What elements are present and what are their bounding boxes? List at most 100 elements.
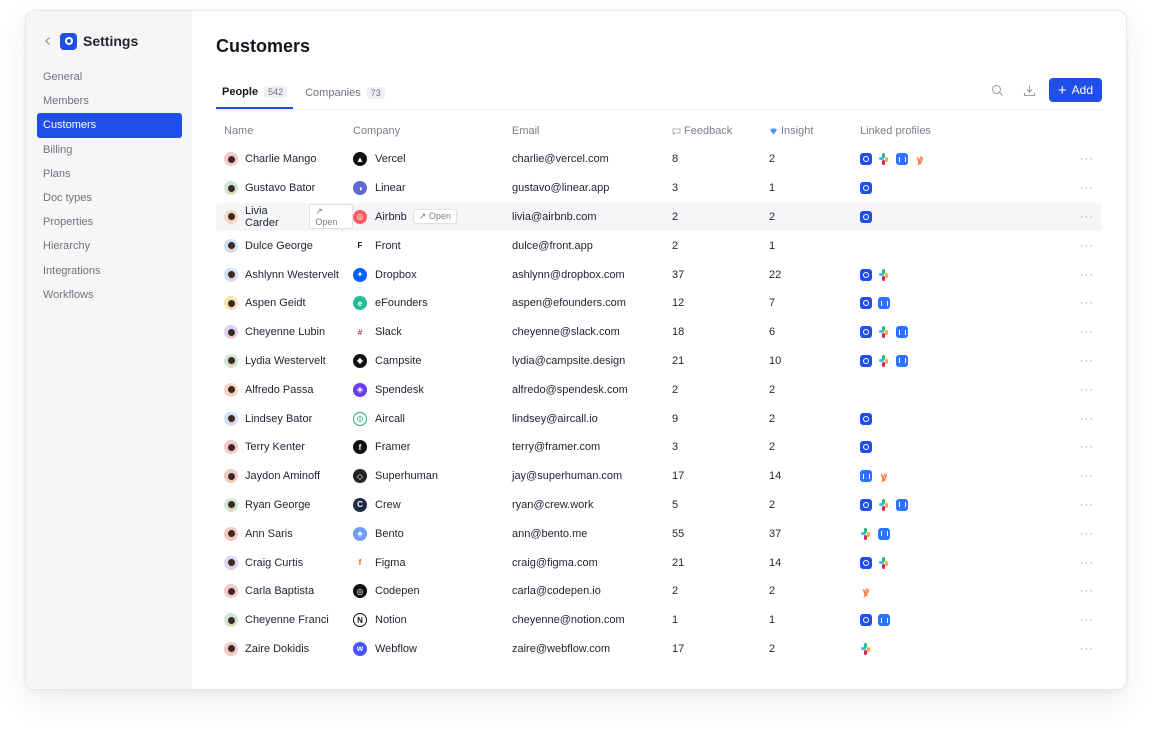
table-row[interactable]: Carla Baptista ◎ Codepen carla@codepen.io 2 2…	[216, 577, 1102, 606]
table-row[interactable]: Cheyenne Franci N Notion cheyenne@notion.co…	[216, 606, 1102, 635]
table-row[interactable]: Ryan George C Crew ryan@crew.work 5 2 ···	[216, 491, 1102, 520]
col-header-linked-profiles[interactable]: Linked profiles	[860, 125, 1072, 137]
slack-icon[interactable]	[878, 354, 890, 367]
open-company-button[interactable]: ↗ Open	[412, 209, 457, 225]
table-row[interactable]: Terry Kenter f Framer terry@framer.com 3 2 ···	[216, 433, 1102, 462]
row-more-button[interactable]: ···	[1072, 499, 1102, 511]
table-row[interactable]: Gustavo Bator ◑ Linear gustavo@linear.app 3 1…	[216, 174, 1102, 203]
company-name[interactable]: Campsite	[375, 355, 421, 367]
app-profile-icon[interactable]	[860, 354, 872, 367]
person-name[interactable]: Cheyenne Lubin	[245, 326, 325, 338]
row-more-button[interactable]: ···	[1072, 384, 1102, 396]
person-name[interactable]: Gustavo Bator	[245, 182, 315, 194]
person-name[interactable]: Craig Curtis	[245, 557, 303, 569]
app-profile-icon[interactable]	[860, 153, 872, 166]
person-name[interactable]: Lindsey Bator	[245, 413, 312, 425]
sidebar-item-doc-types[interactable]: Doc types	[37, 186, 182, 210]
intercom-icon[interactable]	[878, 297, 890, 310]
company-name[interactable]: Webflow	[375, 643, 417, 655]
hubspot-icon[interactable]: ꝟ	[914, 153, 926, 167]
company-name[interactable]: eFounders	[375, 297, 428, 309]
intercom-icon[interactable]	[878, 614, 890, 627]
app-profile-icon[interactable]	[860, 182, 872, 195]
table-row[interactable]: Lindsey Bator ◎ Aircall lindsey@aircall.io 9…	[216, 404, 1102, 433]
company-name[interactable]: Superhuman	[375, 470, 438, 482]
search-icon[interactable]	[985, 77, 1011, 103]
person-name[interactable]: Ann Saris	[245, 528, 293, 540]
row-more-button[interactable]: ···	[1072, 413, 1102, 425]
person-name[interactable]: Ryan George	[245, 499, 310, 511]
sidebar-item-members[interactable]: Members	[37, 89, 182, 113]
company-name[interactable]: Linear	[375, 182, 406, 194]
tab-companies[interactable]: Companies 73	[299, 77, 391, 109]
company-name[interactable]: Front	[375, 240, 401, 252]
person-name[interactable]: Cheyenne Franci	[245, 614, 329, 626]
app-profile-icon[interactable]	[860, 441, 872, 454]
company-name[interactable]: Notion	[375, 614, 407, 626]
table-row[interactable]: Ashlynn Westervelt ✦ Dropbox ashlynn@dropbo…	[216, 260, 1102, 289]
company-name[interactable]: Dropbox	[375, 269, 417, 281]
company-name[interactable]: Bento	[375, 528, 404, 540]
person-name[interactable]: Carla Baptista	[245, 585, 314, 597]
person-name[interactable]: Alfredo Passa	[245, 384, 313, 396]
person-name[interactable]: Ashlynn Westervelt	[245, 269, 339, 281]
hubspot-icon[interactable]: ꝟ	[878, 470, 890, 484]
person-name[interactable]: Jaydon Aminoff	[245, 470, 320, 482]
row-more-button[interactable]: ···	[1072, 182, 1102, 194]
sidebar-item-properties[interactable]: Properties	[37, 210, 182, 234]
sidebar-item-workflows[interactable]: Workflows	[37, 283, 182, 307]
company-name[interactable]: Spendesk	[375, 384, 424, 396]
person-name[interactable]: Dulce George	[245, 240, 313, 252]
table-row[interactable]: Ann Saris ◈ Bento ann@bento.me 55 37 ···	[216, 519, 1102, 548]
row-more-button[interactable]: ···	[1072, 326, 1102, 338]
col-header-email[interactable]: Email	[512, 125, 672, 137]
table-row[interactable]: Alfredo Passa ◈ Spendesk alfredo@spendesk.c…	[216, 375, 1102, 404]
person-name[interactable]: Terry Kenter	[245, 441, 305, 453]
company-name[interactable]: Figma	[375, 557, 406, 569]
col-header-feedback[interactable]: Feedback	[672, 125, 769, 137]
app-profile-icon[interactable]	[860, 412, 872, 425]
sidebar-item-hierarchy[interactable]: Hierarchy	[37, 234, 182, 258]
intercom-icon[interactable]	[878, 527, 890, 540]
table-row[interactable]: Craig Curtis f Figma craig@figma.com 21 14 ···	[216, 548, 1102, 577]
company-name[interactable]: Slack	[375, 326, 402, 338]
col-header-name[interactable]: Name	[216, 125, 353, 137]
row-more-button[interactable]: ···	[1072, 557, 1102, 569]
slack-icon[interactable]	[878, 268, 890, 281]
app-profile-icon[interactable]	[860, 210, 872, 223]
intercom-icon[interactable]	[896, 153, 908, 166]
intercom-icon[interactable]	[896, 354, 908, 367]
app-profile-icon[interactable]	[860, 498, 872, 511]
row-more-button[interactable]: ···	[1072, 153, 1102, 165]
row-more-button[interactable]: ···	[1072, 528, 1102, 540]
sidebar-item-billing[interactable]: Billing	[37, 138, 182, 162]
slack-icon[interactable]	[878, 326, 890, 339]
app-profile-icon[interactable]	[860, 268, 872, 281]
row-more-button[interactable]: ···	[1072, 643, 1102, 655]
open-person-button[interactable]: ↗ Open	[309, 204, 353, 230]
row-more-button[interactable]: ···	[1072, 355, 1102, 367]
col-header-company[interactable]: Company	[353, 125, 512, 137]
person-name[interactable]: Charlie Mango	[245, 153, 317, 165]
company-name[interactable]: Vercel	[375, 153, 406, 165]
row-more-button[interactable]: ···	[1072, 211, 1102, 223]
sidebar-item-customers[interactable]: Customers	[37, 113, 182, 138]
back-chevron-icon[interactable]	[42, 35, 54, 47]
table-row[interactable]: Lydia Westervelt ◆ Campsite lydia@campsite.…	[216, 347, 1102, 376]
download-icon[interactable]	[1017, 77, 1043, 103]
slack-icon[interactable]	[878, 153, 890, 166]
row-more-button[interactable]: ···	[1072, 470, 1102, 482]
row-more-button[interactable]: ···	[1072, 585, 1102, 597]
table-row[interactable]: Charlie Mango ▲ Vercel charlie@vercel.com 8 2…	[216, 145, 1102, 174]
row-more-button[interactable]: ···	[1072, 297, 1102, 309]
company-name[interactable]: Aircall	[375, 413, 405, 425]
slack-icon[interactable]	[860, 642, 872, 655]
table-row[interactable]: Zaire Dokidis w Webflow zaire@webflow.com 17…	[216, 635, 1102, 664]
slack-icon[interactable]	[878, 556, 890, 569]
tab-people[interactable]: People 542	[216, 77, 294, 109]
table-row[interactable]: Dulce George F Front dulce@front.app 2 1 ···	[216, 231, 1102, 260]
app-profile-icon[interactable]	[860, 614, 872, 627]
app-profile-icon[interactable]	[860, 326, 872, 339]
person-name[interactable]: Zaire Dokidis	[245, 643, 309, 655]
company-name[interactable]: Airbnb	[375, 211, 407, 223]
